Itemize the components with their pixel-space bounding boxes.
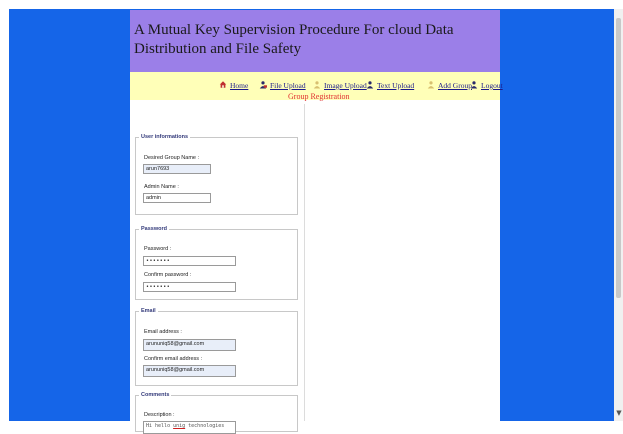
main-content: Group Registration User informations Des… [130, 92, 500, 434]
email-legend: Email [141, 308, 156, 314]
nav-logout[interactable]: Logout [470, 80, 503, 90]
nav-add-group-label: Add Group [438, 81, 472, 90]
site-title: A Mutual Key Supervision Procedure For c… [134, 22, 454, 57]
password-legend: Password [141, 226, 167, 232]
password-fieldset: Password Password : ••••••• Confirm pass… [135, 226, 298, 300]
email-label: Email address : [144, 329, 182, 335]
user-icon [259, 81, 267, 89]
description-label: Description : [144, 412, 175, 418]
nav-image-upload-label: Image Upload [324, 81, 367, 90]
nav-home-label: Home [230, 81, 249, 90]
confirm-email-label: Confirm email address : [144, 356, 203, 362]
password-label: Password : [144, 246, 172, 252]
password-input[interactable]: ••••••• [143, 256, 236, 266]
nav-file-upload-label: File Upload [270, 81, 306, 90]
user-icon [470, 81, 478, 89]
user-icon [366, 81, 374, 89]
admin-name-input[interactable]: admin [143, 193, 211, 203]
user-info-legend: User informations [141, 134, 189, 140]
email-fieldset: Email Email address : arununiq58@gmail.c… [135, 308, 298, 386]
nav-text-upload-label: Text Upload [377, 81, 415, 90]
home-icon [219, 81, 227, 88]
comments-legend: Comments [141, 392, 170, 398]
registration-form: User informations Desired Group Name : a… [130, 104, 305, 434]
scroll-down-arrow-icon[interactable]: ▼ [615, 408, 623, 418]
confirm-password-label: Confirm password : [144, 272, 192, 278]
comments-fieldset: Comments Description : Hi hello unig tec… [135, 392, 298, 434]
confirm-password-input[interactable]: ••••••• [143, 282, 236, 292]
email-input[interactable]: arununiq58@gmail.com [143, 339, 236, 351]
nav-file-upload[interactable]: File Upload [259, 80, 306, 90]
page-container: A Mutual Key Supervision Procedure For c… [130, 10, 503, 434]
nav-home[interactable]: Home [219, 80, 248, 90]
admin-name-label: Admin Name : [144, 184, 179, 190]
confirm-email-input[interactable]: arununiq58@gmail.com [143, 365, 236, 377]
nav-add-group[interactable]: Add Group [427, 80, 472, 90]
group-name-input[interactable]: arun7693 [143, 164, 211, 174]
description-text-end: technologies [185, 423, 225, 429]
user-icon [427, 81, 435, 89]
scrollbar-thumb[interactable] [616, 18, 621, 298]
description-misspelled-word: unig [173, 423, 186, 429]
page-title: Group Registration [288, 92, 350, 101]
description-textarea[interactable]: Hi hello unig technologies [143, 421, 236, 434]
nav-image-upload[interactable]: Image Upload [313, 80, 367, 90]
group-name-label: Desired Group Name : [144, 155, 200, 161]
nav-text-upload[interactable]: Text Upload [366, 80, 414, 90]
user-info-fieldset: User informations Desired Group Name : a… [135, 134, 298, 215]
site-header: A Mutual Key Supervision Procedure For c… [130, 10, 500, 72]
user-icon [313, 81, 321, 89]
description-text-start: Hi hello [146, 423, 174, 429]
nav-logout-label: Logout [481, 81, 503, 90]
